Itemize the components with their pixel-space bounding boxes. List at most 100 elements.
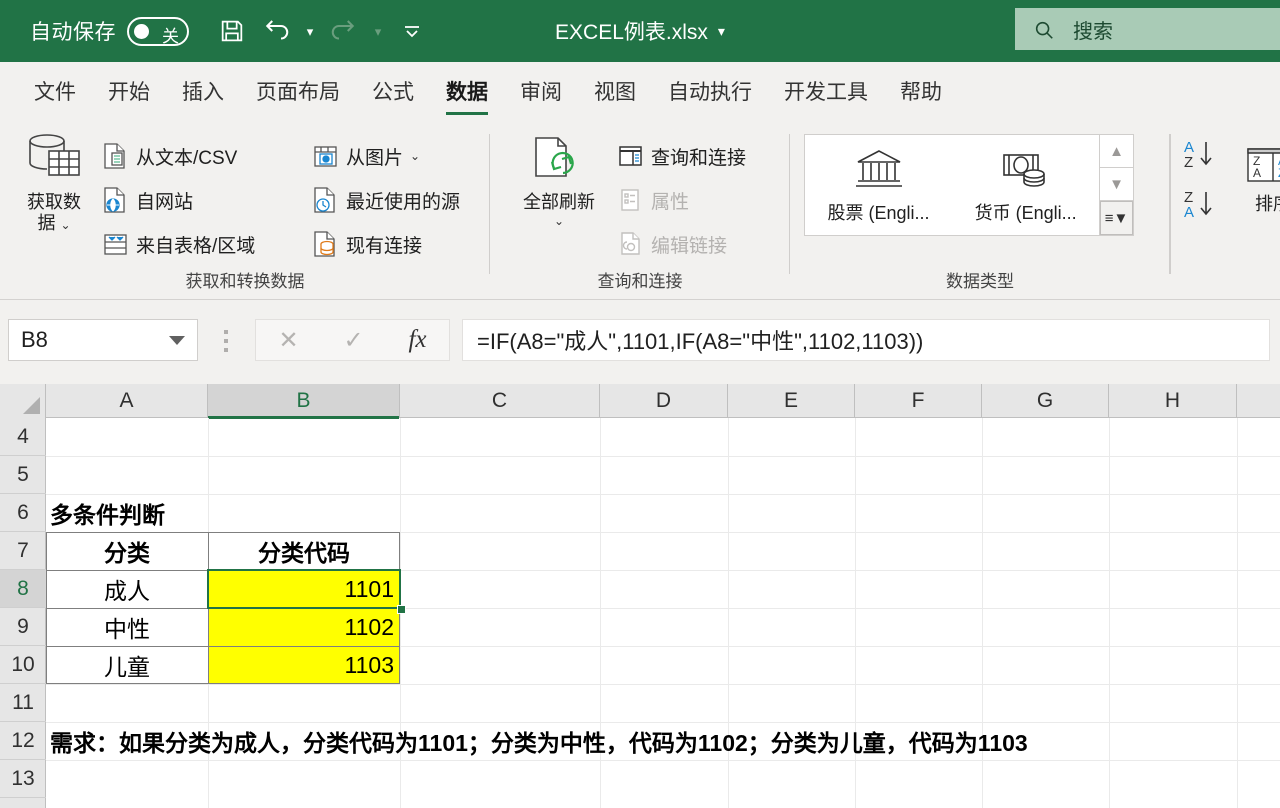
row-header-13[interactable]: 13 [0,760,46,798]
ribbon-tab-7[interactable]: 视图 [578,62,652,120]
ribbon-item-from-picture[interactable]: 从图片 ⌄ [310,138,420,174]
ribbon-tab-5[interactable]: 数据 [430,62,504,120]
ribbon-item-from-web[interactable]: 自网站 [100,182,193,218]
gridline-horizontal [46,760,1280,761]
ribbon-tab-4[interactable]: 公式 [356,62,430,120]
row-header-9[interactable]: 9 [0,608,46,646]
gallery-more-icon[interactable]: ≡▼ [1100,201,1133,235]
undo-button[interactable] [255,9,297,53]
column-header-C[interactable]: C [400,384,600,418]
cell-A7[interactable]: 分类 [46,532,208,570]
refresh-all-button[interactable]: 全部刷新 ⌄ [504,128,614,228]
cancel-icon[interactable]: ✕ [278,326,298,355]
column-header-E[interactable]: E [728,384,855,418]
ribbon-tab-9[interactable]: 开发工具 [768,62,884,120]
column-header-A[interactable]: A [46,384,208,418]
title-bar: 自动保存 关 ▾ ▾ EXCEL例表.xlsx ▾ 搜索 [0,0,1280,62]
select-all-corner[interactable] [0,384,46,418]
fill-handle[interactable] [397,605,406,614]
ribbon-item-from-text-csv[interactable]: 从文本/CSV [100,138,237,174]
get-data-button[interactable]: 获取数 据 ⌄ [8,128,100,233]
data-types-gallery[interactable]: 股票 (Engli... 货币 (Engli... ▲ ▼ ≡▼ [804,134,1134,236]
row-header-10[interactable]: 10 [0,646,46,684]
column-header-H[interactable]: H [1109,384,1237,418]
customize-qat-button[interactable] [391,9,433,53]
insert-function-icon[interactable]: fx [408,326,426,354]
name-box-dropdown-icon[interactable] [169,335,185,345]
cell-A10[interactable]: 儿童 [46,646,208,684]
cell-B10[interactable]: 1103 [208,646,400,684]
ribbon-item-queries-connections[interactable]: 查询和连接 [615,138,746,174]
data-type-currency[interactable]: 货币 (Engli... [952,135,1099,235]
sort-ascending-az-icon: A Z [1184,139,1212,171]
ribbon-tabs: 文件 开始 插入 页面布局 公式 数据 审阅 视图 自动执行 开发工具 帮助 [0,62,1280,120]
column-header-D[interactable]: D [600,384,728,418]
redo-button[interactable] [323,9,365,53]
search-icon [1033,19,1053,39]
formula-bar-grip[interactable] [224,330,228,352]
enter-icon[interactable]: ✓ [343,326,363,355]
cell-A9[interactable]: 中性 [46,608,208,646]
column-header-label: D [655,389,672,412]
autosave-control[interactable]: 自动保存 关 [30,16,189,46]
sort-descending-button[interactable]: Z A [1182,186,1226,222]
row-header-7[interactable]: 7 [0,532,46,570]
cell-A12[interactable]: 需求：如果分类为成人，分类代码为1101；分类为中性，代码为1102；分类为儿童… [46,722,1246,760]
cell-value: 1102 [344,613,394,640]
row-header-label: 11 [12,690,34,714]
sort-ascending-button[interactable]: A Z [1182,136,1226,172]
ribbon-tab-6[interactable]: 审阅 [504,62,578,120]
row-header-8[interactable]: 8 [0,570,46,608]
ribbon-tab-3[interactable]: 页面布局 [240,62,356,120]
save-button[interactable] [211,9,253,53]
data-type-stocks[interactable]: 股票 (Engli... [805,135,952,235]
scroll-down-icon[interactable]: ▼ [1100,168,1133,201]
cell-A8[interactable]: 成人 [46,570,208,608]
ribbon-label-from-picture: 从图片 [346,147,404,169]
ribbon-tab-1[interactable]: 开始 [92,62,166,120]
undo-dropdown[interactable]: ▾ [299,9,321,53]
ribbon-tab-10[interactable]: 帮助 [884,62,958,120]
grip-dot [224,330,228,334]
search-placeholder: 搜索 [1073,20,1113,43]
scroll-up-icon[interactable]: ▲ [1100,135,1133,168]
select-all-triangle-icon [23,397,40,414]
ribbon-tab-2[interactable]: 插入 [166,62,240,120]
autosave-toggle[interactable]: 关 [127,16,189,46]
column-header-G[interactable]: G [982,384,1109,418]
row-header-5[interactable]: 5 [0,456,46,494]
name-box[interactable]: B8 [8,319,198,361]
ribbon-tab-0[interactable]: 文件 [18,62,92,120]
cell-B8[interactable]: 1101 [208,570,400,608]
document-title[interactable]: EXCEL例表.xlsx [555,16,708,46]
cell-B7[interactable]: 分类代码 [208,532,400,570]
gallery-scrollbar[interactable]: ▲ ▼ ≡▼ [1099,135,1133,235]
cells-area[interactable]: 多条件判断 分类 分类代码 成人 1101 中性 1102 儿童 1103 需求：如果分类为成人，… [46,418,1280,808]
column-header-B[interactable]: B [208,384,400,419]
ribbon-item-from-table-range[interactable]: 来自表格/区域 [100,226,255,262]
row-header-11[interactable]: 11 [0,684,46,722]
ribbon-item-properties[interactable]: 属性 [615,182,689,218]
ribbon-item-existing-connections[interactable]: 现有连接 [310,226,422,262]
document-title-dropdown-icon[interactable]: ▾ [718,23,725,40]
redo-dropdown[interactable]: ▾ [367,9,389,53]
column-header-F[interactable]: F [855,384,982,418]
column-header-label: F [911,389,925,412]
formula-input[interactable]: =IF(A8="成人",1101,IF(A8="中性",1102,1103)) [462,319,1270,361]
refresh-all-icon [530,128,588,188]
cell-B9[interactable]: 1102 [208,608,400,646]
redo-icon [331,20,355,40]
ribbon-item-edit-links[interactable]: 编辑链接 [615,226,727,262]
ribbon-tab-8[interactable]: 自动执行 [652,62,768,120]
from-picture-icon [310,141,340,171]
row-header-4[interactable]: 4 [0,418,46,456]
stocks-bank-icon [852,145,906,193]
autosave-state-label: 关 [162,26,179,46]
ribbon-item-recent-sources[interactable]: 最近使用的源 [310,182,460,218]
row-header-6[interactable]: 6 [0,494,46,532]
cell-A6[interactable]: 多条件判断 [46,494,1246,532]
sort-dialog-button[interactable]: Z A A Z 排序 [1228,130,1280,215]
ribbon-label-from-web: 自网站 [136,191,194,213]
search-box[interactable]: 搜索 [1015,8,1280,50]
row-header-12[interactable]: 12 [0,722,46,760]
